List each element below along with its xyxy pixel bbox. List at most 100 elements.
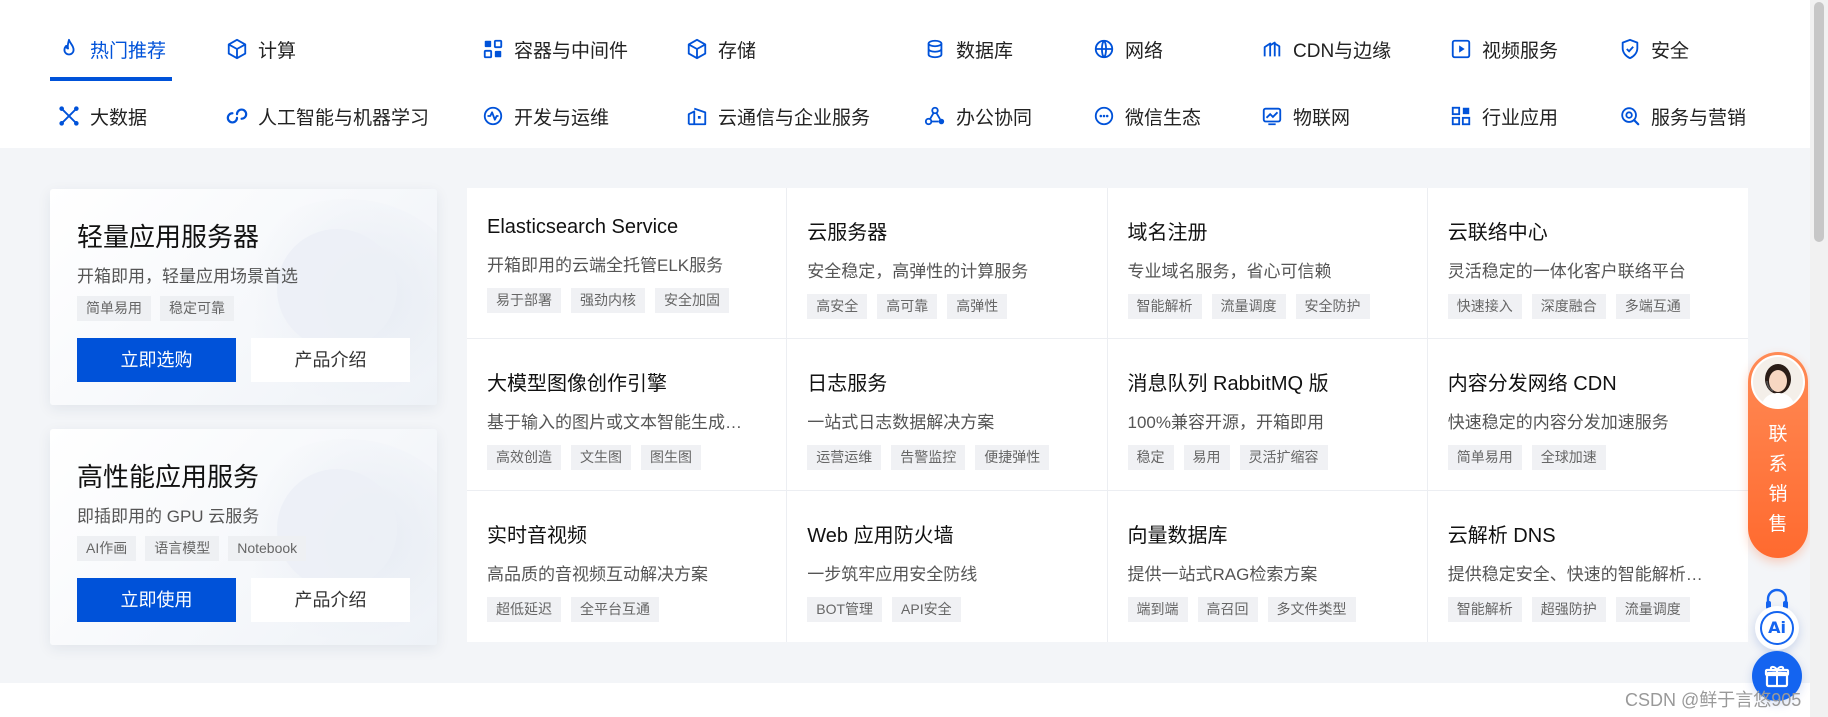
nav-item-video[interactable]: 视频服务: [1450, 31, 1558, 67]
nav-item-compute[interactable]: 计算: [226, 31, 296, 67]
nav-item-label: 物联网: [1293, 107, 1351, 129]
nav-item-devops[interactable]: 开发与运维: [482, 98, 609, 134]
building-icon: [687, 107, 707, 126]
nav-item-office[interactable]: 办公协同: [924, 98, 1032, 134]
nav-item-security[interactable]: 安全: [1619, 31, 1689, 67]
recommend-panel: 轻量应用服务器 开箱即用，轻量应用场景首选 简单易用 稳定可靠 立即选购 产品介…: [0, 148, 1810, 683]
nav-item-hot[interactable]: 热门推荐: [58, 31, 166, 67]
promo-card-lighthouse[interactable]: 轻量应用服务器 开箱即用，轻量应用场景首选 简单易用 稳定可靠 立即选购 产品介…: [50, 189, 437, 405]
promo-tag: AI作画: [77, 536, 137, 561]
product-title: Web 应用防火墙: [807, 524, 954, 547]
page-scrollbar[interactable]: [1810, 0, 1828, 717]
product-desc: 一站式日志数据解决方案: [807, 413, 995, 433]
product-title: 域名注册: [1127, 222, 1208, 244]
buy-now-button[interactable]: 立即选购: [77, 338, 236, 382]
product-intro-button[interactable]: 产品介绍: [251, 338, 410, 382]
use-now-button[interactable]: 立即使用: [77, 578, 236, 622]
product-title: 内容分发网络 CDN: [1447, 373, 1617, 396]
promo-tag: 稳定可靠: [160, 296, 234, 321]
product-tags: 智能解析 流量调度 安全防护: [1127, 294, 1427, 319]
ai-icon: Ai: [1760, 611, 1794, 645]
nav-item-ai-ml[interactable]: 人工智能与机器学习: [226, 98, 429, 134]
database-icon: [927, 39, 943, 59]
nav-item-industry[interactable]: 行业应用: [1450, 98, 1558, 134]
nav-item-label: 人工智能与机器学习: [258, 107, 430, 129]
product-card[interactable]: 域名注册 专业域名服务，省心可信赖 智能解析 流量调度 安全防护: [1107, 188, 1428, 340]
contact-sales-button[interactable]: 联系销售: [1748, 352, 1808, 558]
product-card[interactable]: 消息队列 RabbitMQ 版 100%兼容开源，开箱即用 稳定 易用 灵活扩缩…: [1107, 339, 1428, 491]
watermark: CSDN @鲜于言悠905: [1625, 690, 1802, 710]
flame-icon: [63, 38, 75, 56]
product-tags: 高安全 高可靠 高弹性: [807, 294, 1106, 319]
search-service-icon: [1621, 107, 1640, 126]
product-card[interactable]: Web 应用防火墙 一步筑牢应用安全防线 BOT管理 API安全: [787, 490, 1108, 642]
product-card[interactable]: 云服务器 安全稳定，高弹性的计算服务 高安全 高可靠 高弹性: [787, 188, 1108, 340]
product-title: 云解析 DNS: [1447, 524, 1556, 547]
product-intro-button[interactable]: 产品介绍: [251, 578, 410, 622]
active-tab-underline: [50, 77, 172, 81]
chat-icon: [1094, 106, 1114, 126]
product-tag: API安全: [892, 596, 961, 622]
product-tag: 全球加速: [1531, 445, 1606, 471]
product-desc: 安全稳定，高弹性的计算服务: [807, 262, 1029, 281]
product-card[interactable]: 日志服务 一站式日志数据解决方案 运营运维 告警监控 便捷弹性: [787, 339, 1108, 491]
nav-item-bigdata[interactable]: 大数据: [58, 98, 147, 134]
product-tag: 安全防护: [1295, 294, 1370, 319]
promo-tag: 简单易用: [77, 296, 151, 321]
agent-avatar-icon: [1753, 357, 1803, 407]
nav-item-label: 微信生态: [1125, 107, 1202, 129]
promo-tag: Notebook: [228, 536, 307, 561]
nav-item-label: 计算: [258, 40, 297, 62]
product-card[interactable]: 实时音视频 高品质的音视频互动解决方案 超低延迟 全平台互通: [467, 490, 788, 642]
product-desc: 基于输入的图片或文本智能生成…: [487, 413, 742, 433]
promo-subtitle: 开箱即用，轻量应用场景首选: [77, 267, 298, 286]
product-tag: 深度融合: [1531, 294, 1606, 319]
nav-item-label: 行业应用: [1482, 107, 1559, 129]
product-tag: 高效创造: [487, 445, 561, 471]
product-card[interactable]: 云解析 DNS 提供稳定安全、快速的智能解析… 智能解析 超强防护 流量调度: [1428, 491, 1748, 642]
scrollbar-thumb[interactable]: [1814, 2, 1824, 242]
product-tag: 运营运维: [807, 445, 882, 471]
nav-item-iot[interactable]: 物联网: [1261, 98, 1350, 134]
nav-item-storage[interactable]: 存储: [686, 31, 756, 67]
product-desc: 快速稳定的内容分发加速服务: [1447, 413, 1669, 433]
nav-item-label: 热门推荐: [90, 40, 167, 62]
product-desc: 灵活稳定的一体化客户联络平台: [1447, 262, 1686, 281]
nav-item-network[interactable]: 网络: [1093, 31, 1163, 67]
product-card[interactable]: 内容分发网络 CDN 快速稳定的内容分发加速服务 简单易用 全球加速: [1427, 339, 1748, 491]
product-tag: 便捷弹性: [975, 445, 1050, 471]
nav-item-database[interactable]: 数据库: [924, 31, 1013, 67]
product-tag: 灵活扩缩容: [1239, 445, 1328, 471]
promo-decoration: [277, 469, 397, 589]
nav-item-wechat[interactable]: 微信生态: [1093, 98, 1201, 134]
product-card[interactable]: 云联络中心 灵活稳定的一体化客户联络平台 快速接入 深度融合 多端互通: [1427, 188, 1748, 340]
product-tag: 安全加固: [655, 288, 729, 313]
product-tag: 简单易用: [1447, 445, 1522, 471]
promo-card-hai[interactable]: 高性能应用服务 即插即用的 GPU 云服务 AI作画 语言模型 Notebook…: [50, 429, 437, 645]
product-tag: 图生图: [641, 445, 701, 471]
product-tag: 告警监控: [891, 445, 966, 471]
promo-tags: 简单易用 稳定可靠: [77, 296, 234, 321]
product-tag: 高可靠: [877, 294, 938, 319]
product-desc: 提供一站式RAG检索方案: [1127, 564, 1318, 584]
nav-item-cdn[interactable]: CDN与边缘: [1261, 31, 1391, 67]
ai-assistant-button[interactable]: Ai: [1755, 606, 1799, 650]
sales-avatar: [1751, 355, 1805, 409]
nav-item-container[interactable]: 容器与中间件: [482, 31, 628, 67]
product-tag: 流量调度: [1615, 596, 1690, 622]
product-card[interactable]: Elasticsearch Service 开箱即用的云端全托管ELK服务 易于…: [467, 188, 788, 340]
product-card[interactable]: 向量数据库 提供一站式RAG检索方案 端到端 高召回 多文件类型: [1108, 490, 1428, 642]
product-title: 大模型图像创作引擎: [487, 373, 667, 396]
category-nav: 热门推荐 计算 容器与中间件 存储 数据库 网络 CDN与边缘 视频服务 安全 …: [0, 0, 1810, 148]
promo-tags: AI作画 语言模型 Notebook: [77, 536, 307, 561]
product-grid: Elasticsearch Service 开箱即用的云端全托管ELK服务 易于…: [467, 188, 1748, 642]
nav-item-comms[interactable]: 云通信与企业服务: [686, 98, 870, 134]
product-card[interactable]: 大模型图像创作引擎 基于输入的图片或文本智能生成… 高效创造 文生图 图生图: [467, 339, 788, 491]
product-tag: 强劲内核: [571, 288, 645, 313]
promo-title: 高性能应用服务: [77, 462, 260, 492]
product-tag: 智能解析: [1447, 596, 1522, 622]
product-tag: 多文件类型: [1267, 596, 1356, 622]
product-tags: 稳定 易用 灵活扩缩容: [1127, 445, 1427, 471]
nav-item-service-marketing[interactable]: 服务与营销: [1619, 98, 1746, 134]
nav-item-label: 存储: [718, 40, 757, 62]
